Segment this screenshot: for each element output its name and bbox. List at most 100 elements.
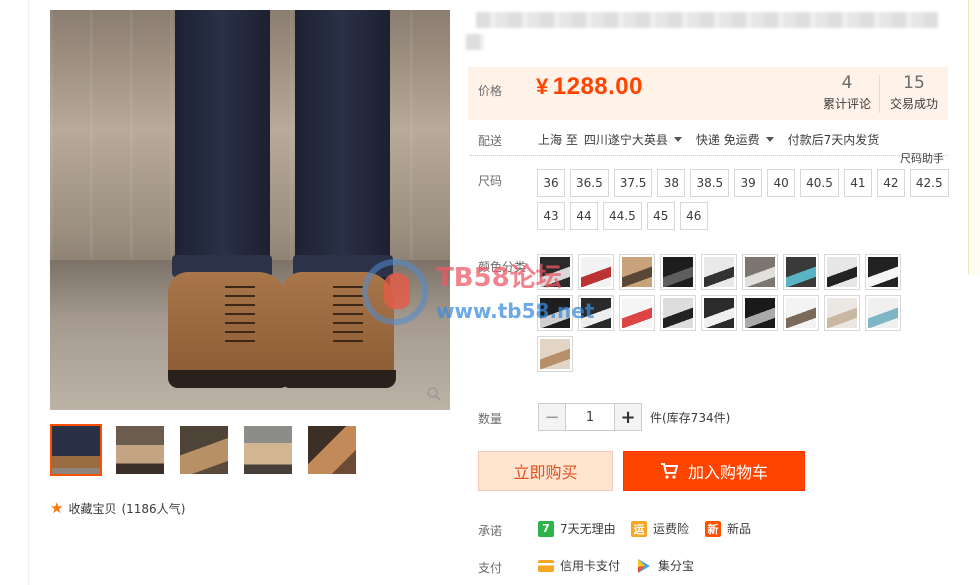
thumbnail-3[interactable] — [178, 424, 230, 476]
payment-label: 支付 — [478, 561, 503, 575]
cart-icon — [660, 463, 678, 479]
size-option[interactable]: 36.5 — [570, 169, 609, 197]
size-option[interactable]: 42 — [876, 169, 905, 197]
delivery-label: 配送 — [478, 134, 503, 148]
size-option[interactable]: 38.5 — [690, 169, 730, 197]
delivery-info: 上海 至 四川遂宁大英县 快递 免运费 付款后7天内发货 — [538, 131, 879, 148]
thumbnail-1[interactable] — [50, 424, 102, 476]
color-swatch[interactable] — [619, 254, 655, 290]
credit-card-icon — [538, 559, 554, 572]
buy-now-button[interactable]: 立即购买 — [478, 451, 613, 491]
right-boot-sole — [280, 370, 396, 388]
quantity-stepper: − 1 + 件(库存734件) — [538, 403, 730, 431]
size-option[interactable]: 38 — [657, 169, 686, 197]
main-product-image[interactable] — [50, 10, 450, 410]
color-swatch[interactable] — [824, 254, 860, 290]
size-label: 尺码 — [478, 174, 503, 188]
delivery-method[interactable]: 快递 免运费 — [696, 131, 782, 148]
quantity-input[interactable]: 1 — [566, 403, 614, 431]
swatch-image — [540, 339, 570, 369]
color-swatch[interactable] — [865, 254, 901, 290]
stat-divider — [879, 75, 880, 113]
product-title-blurred — [466, 8, 942, 52]
size-option[interactable]: 40.5 — [800, 169, 839, 197]
swatch-image — [540, 298, 570, 328]
color-swatch[interactable] — [660, 254, 696, 290]
size-option[interactable]: 40 — [767, 169, 796, 197]
swatch-image — [827, 257, 857, 287]
quantity-decrease-button[interactable]: − — [538, 403, 566, 431]
payment-text: 集分宝 — [658, 559, 695, 573]
price-label: 价格 — [478, 84, 503, 98]
promise-text: 新品 — [727, 522, 752, 536]
size-option[interactable]: 39 — [734, 169, 763, 197]
swatch-image — [622, 257, 652, 287]
left-boot-sole — [168, 370, 290, 388]
size-option[interactable]: 46 — [679, 202, 708, 230]
color-swatch[interactable] — [619, 295, 655, 331]
swatch-image — [581, 298, 611, 328]
color-swatch[interactable] — [783, 295, 819, 331]
favorite-count: (1186人气) — [121, 502, 186, 516]
size-option[interactable]: 44.5 — [603, 202, 642, 230]
shipping-insurance-icon: 运 — [631, 520, 647, 537]
delivery-destination[interactable]: 四川遂宁大英县 — [584, 131, 690, 148]
reviews-stat[interactable]: 4 累计评论 — [818, 73, 876, 112]
color-swatch[interactable] — [824, 295, 860, 331]
swatch-image — [827, 298, 857, 328]
size-helper-link[interactable]: 尺码助手 — [900, 150, 944, 166]
color-swatch[interactable] — [865, 295, 901, 331]
payment-credit-card[interactable]: 信用卡支付 — [538, 557, 620, 574]
payment-jifenbao[interactable]: 集分宝 — [636, 557, 694, 574]
stock-text: 件(库存734件) — [650, 410, 731, 425]
color-swatch[interactable] — [701, 254, 737, 290]
add-to-cart-button[interactable]: 加入购物车 — [623, 451, 805, 491]
size-option[interactable]: 41 — [843, 169, 872, 197]
swatch-image — [663, 298, 693, 328]
color-swatch[interactable] — [742, 295, 778, 331]
swatch-image — [540, 257, 570, 287]
sales-count: 15 — [903, 73, 925, 93]
zoom-icon[interactable] — [426, 386, 442, 402]
favorite-link[interactable]: ★ 收藏宝贝 (1186人气) — [50, 500, 185, 517]
color-swatch[interactable] — [537, 336, 573, 372]
promise-new-item[interactable]: 新 新品 — [705, 520, 751, 537]
promise-7-day-return[interactable]: 7 7天无理由 — [538, 520, 616, 537]
size-option[interactable]: 44 — [570, 202, 598, 230]
size-option[interactable]: 45 — [646, 202, 675, 230]
color-swatch[interactable] — [742, 254, 778, 290]
left-boot-laces — [225, 282, 255, 342]
right-leg — [295, 10, 390, 295]
size-option[interactable]: 37.5 — [613, 169, 653, 197]
divider — [470, 155, 948, 156]
color-swatch[interactable] — [701, 295, 737, 331]
size-option[interactable]: 42.5 — [909, 169, 949, 197]
swatch-image — [868, 257, 898, 287]
color-swatch[interactable] — [783, 254, 819, 290]
color-swatch[interactable] — [660, 295, 696, 331]
reviews-label: 累计评论 — [822, 97, 871, 111]
thumbnail-4[interactable] — [242, 424, 294, 476]
swatch-image — [581, 257, 611, 287]
color-swatch[interactable] — [537, 295, 573, 331]
payment-text: 信用卡支付 — [560, 559, 621, 573]
size-option[interactable]: 43 — [537, 202, 565, 230]
size-option[interactable]: 36 — [537, 169, 565, 197]
sales-label: 交易成功 — [889, 97, 938, 111]
swatch-image — [704, 298, 734, 328]
color-swatch[interactable] — [578, 254, 614, 290]
chevron-down-icon — [765, 137, 774, 142]
promise-shipping-insurance[interactable]: 运 运费险 — [631, 520, 689, 537]
return-badge-icon: 7 — [538, 520, 554, 537]
swatch-image — [868, 298, 898, 328]
swatch-image — [622, 298, 652, 328]
reviews-count: 4 — [841, 73, 853, 93]
color-swatch[interactable] — [578, 295, 614, 331]
thumbnail-5[interactable] — [306, 424, 358, 476]
destination-text: 四川遂宁大英县 — [583, 133, 668, 147]
thumbnail-2[interactable] — [114, 424, 166, 476]
color-swatch[interactable] — [537, 254, 573, 290]
chevron-down-icon — [673, 137, 682, 142]
new-item-icon: 新 — [705, 520, 721, 537]
quantity-increase-button[interactable]: + — [614, 403, 642, 431]
